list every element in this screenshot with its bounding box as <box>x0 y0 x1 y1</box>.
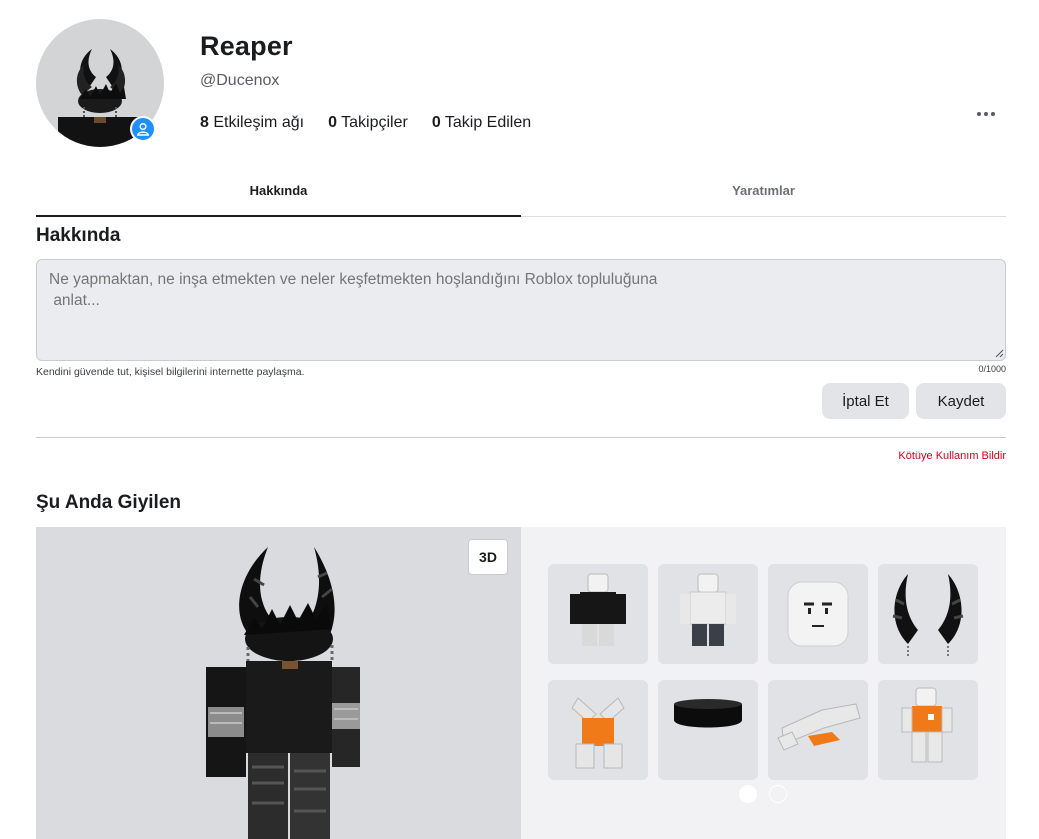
safety-note: Kendini güvende tut, kişisel bilgilerini… <box>36 366 305 378</box>
orange-torso-part-thumbnail <box>571 697 625 769</box>
character-count: 0/1000 <box>978 364 1006 374</box>
worn-item-black-hat[interactable] <box>658 680 758 780</box>
display-name: Reaper <box>200 31 293 61</box>
about-description-input[interactable] <box>36 259 1006 361</box>
carousel-page-dot-1[interactable] <box>739 785 757 803</box>
black-hat-thumbnail <box>674 699 742 728</box>
tab-about[interactable]: Hakkında <box>36 168 521 217</box>
section-divider <box>36 437 1006 438</box>
stat-following-label: Takip Edilen <box>444 114 532 131</box>
cancel-button[interactable]: İptal Et <box>822 383 909 419</box>
presence-status-badge <box>130 116 156 142</box>
user-icon <box>136 122 150 136</box>
resize-handle-icon[interactable] <box>994 348 1004 358</box>
avatar-container <box>36 19 164 147</box>
stat-connections[interactable]: 8 Etkileşim ağı <box>200 114 304 132</box>
about-heading: Hakkında <box>36 225 121 246</box>
currently-wearing-heading: Şu Anda Giyilen <box>36 492 181 513</box>
avatar-viewer[interactable]: 3D <box>36 527 521 839</box>
worn-item-orange-leg-part[interactable] <box>768 680 868 780</box>
stat-connections-label: Etkileşim ağı <box>213 114 305 131</box>
black-shirt-thumbnail <box>570 573 626 646</box>
worn-item-orange-torso-part[interactable] <box>548 680 648 780</box>
report-abuse-link[interactable]: Kötüye Kullanım Bildir <box>898 450 1006 462</box>
stat-following-count: 0 <box>431 114 441 131</box>
more-options-icon[interactable] <box>970 104 1002 124</box>
username: @Ducenox <box>200 72 280 89</box>
dark-horns-thumbnail <box>892 574 964 656</box>
profile-stats: 8 Etkileşim ağı 0 Takipçiler 0 Takip Edi… <box>200 114 531 132</box>
stat-followers[interactable]: 0 Takipçiler <box>328 114 408 132</box>
worn-items-panel <box>521 527 1006 839</box>
profile-tabs: Hakkında Yaratımlar <box>36 168 1006 217</box>
worn-item-orange-character[interactable] <box>878 680 978 780</box>
stat-followers-label: Takipçiler <box>341 114 408 131</box>
orange-character-thumbnail <box>901 687 953 763</box>
worn-item-black-shirt[interactable] <box>548 564 648 664</box>
worn-item-face[interactable] <box>768 564 868 664</box>
stat-followers-count: 0 <box>328 114 337 131</box>
face-thumbnail <box>787 581 849 647</box>
worn-item-white-shirt[interactable] <box>658 564 758 664</box>
tab-creations[interactable]: Yaratımlar <box>521 168 1006 216</box>
worn-item-dark-horns[interactable] <box>878 564 978 664</box>
white-shirt-thumbnail <box>680 573 736 646</box>
avatar-full-body-image <box>206 547 360 839</box>
stat-connections-count: 8 <box>200 114 209 131</box>
save-button[interactable]: Kaydet <box>916 383 1006 419</box>
orange-leg-part-thumbnail <box>777 703 861 751</box>
toggle-3d-button[interactable]: 3D <box>468 539 508 575</box>
carousel-page-dot-2[interactable] <box>769 785 787 803</box>
stat-following[interactable]: 0 Takip Edilen <box>432 114 531 132</box>
